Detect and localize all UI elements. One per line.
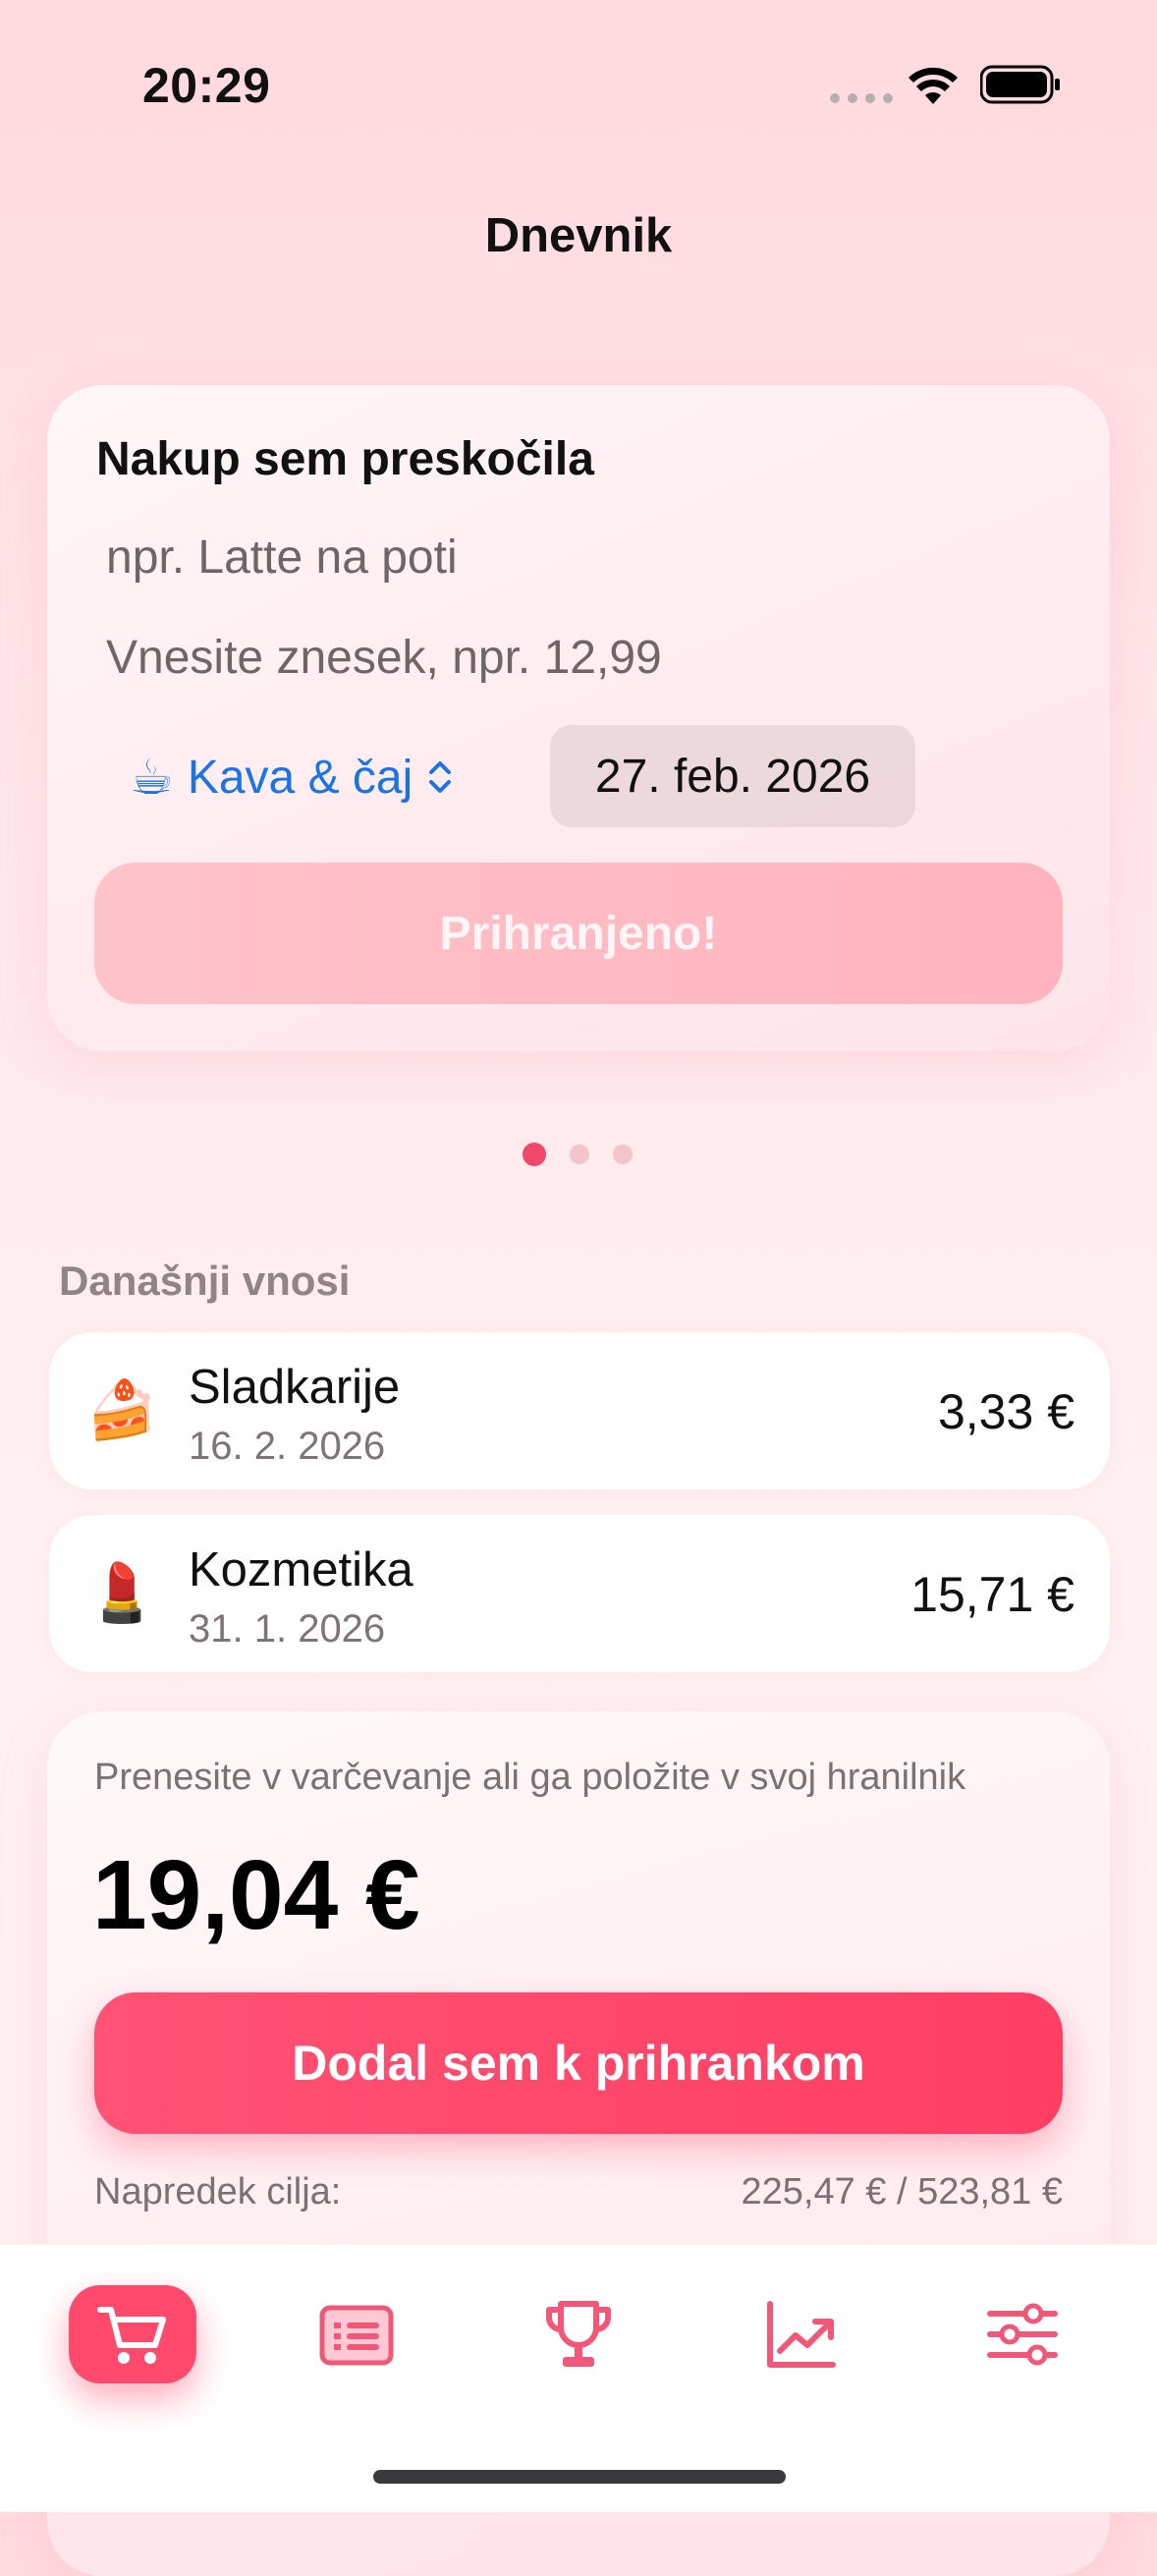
savings-total: 19,04 €	[92, 1840, 420, 1950]
home-indicator[interactable]	[373, 2470, 786, 2484]
page-title: Dnevnik	[484, 209, 673, 262]
entry-row[interactable]: 💄 Kozmetika 31. 1. 2026 15,71 €	[49, 1515, 1110, 1672]
coffee-icon: ☕	[130, 750, 174, 805]
list-icon	[319, 2305, 394, 2366]
amount-input[interactable]: Vnesite znesek, npr. 12,99	[106, 631, 662, 685]
tab-stats[interactable]	[737, 2285, 864, 2383]
lipstick-icon: 💄	[86, 1561, 158, 1625]
page-indicator[interactable]	[523, 1143, 633, 1166]
category-picker[interactable]: ☕ Kava & čaj	[130, 749, 454, 806]
battery-icon	[980, 65, 1060, 104]
entry-name: Sladkarije	[189, 1361, 401, 1414]
goal-progress-label: Napredek cilja:	[94, 2171, 342, 2212]
date-picker[interactable]: 27. feb. 2026	[550, 725, 915, 827]
entry-row[interactable]: 🍰 Sladkarije 16. 2. 2026 3,33 €	[49, 1332, 1110, 1489]
cellular-signal-icon	[830, 93, 893, 103]
item-name-input[interactable]: npr. Latte na poti	[106, 531, 458, 585]
trophy-icon	[546, 2301, 611, 2367]
status-time: 20:29	[142, 58, 271, 113]
quick-entry-title: Nakup sem preskočila	[96, 433, 594, 485]
tab-journal[interactable]	[293, 2285, 420, 2383]
entry-date: 31. 1. 2026	[189, 1607, 386, 1651]
save-button[interactable]: Prihranjeno!	[94, 863, 1063, 1004]
cake-icon: 🍰	[86, 1378, 158, 1442]
tab-shop[interactable]	[69, 2285, 196, 2383]
entry-name: Kozmetika	[189, 1543, 413, 1596]
page-dot-1[interactable]	[523, 1143, 546, 1166]
chevron-up-down-icon	[429, 761, 452, 793]
page-dot-2[interactable]	[570, 1145, 589, 1164]
tab-goals[interactable]	[515, 2285, 642, 2383]
wifi-icon	[909, 67, 958, 104]
entries-heading: Današnji vnosi	[59, 1258, 351, 1304]
sliders-icon	[987, 2303, 1058, 2366]
add-to-savings-button[interactable]: Dodal sem k prihrankom	[94, 1992, 1063, 2134]
goal-progress-value: 225,47 € / 523,81 €	[741, 2171, 1063, 2212]
page-dot-3[interactable]	[613, 1145, 633, 1164]
savings-hint: Prenesite v varčevanje ali ga položite v…	[94, 1757, 966, 1798]
category-label: Kava & čaj	[187, 751, 413, 804]
entry-amount: 15,71 €	[910, 1567, 1074, 1622]
entry-date: 16. 2. 2026	[189, 1425, 386, 1468]
cart-icon	[97, 2307, 166, 2364]
entry-amount: 3,33 €	[937, 1384, 1074, 1439]
chart-icon	[767, 2301, 836, 2368]
tab-settings[interactable]	[959, 2285, 1086, 2383]
